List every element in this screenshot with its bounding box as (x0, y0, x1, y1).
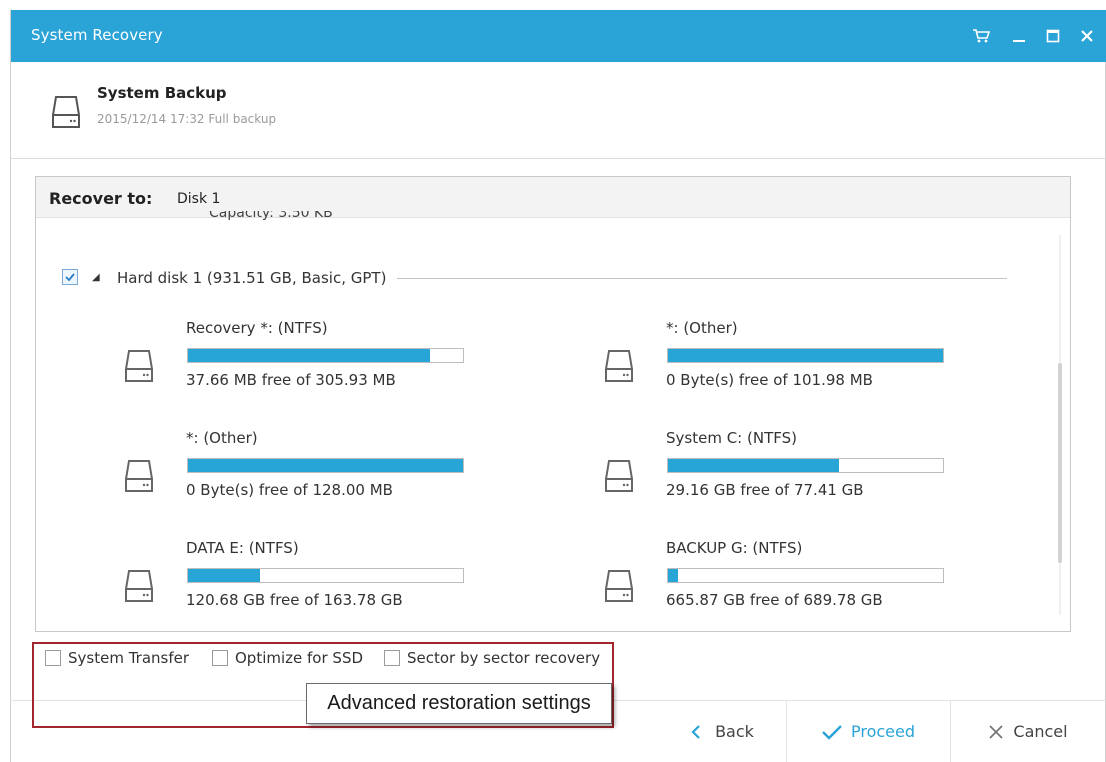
partition-drive-icon (604, 349, 634, 387)
partition-free-space: 37.66 MB free of 305.93 MB (186, 371, 396, 389)
hard-drive-icon (51, 95, 81, 133)
chevron-left-icon (691, 724, 701, 739)
partition-other-1[interactable]: *: (Other) 0 Byte(s) free of 101.98 MB (604, 319, 944, 399)
disk-checkbox[interactable] (62, 269, 78, 285)
scrollbar-thumb[interactable] (1058, 363, 1062, 563)
partition-free-space: 0 Byte(s) free of 101.98 MB (666, 371, 873, 389)
window-title: System Recovery (31, 26, 163, 44)
disk-divider (397, 278, 1007, 279)
partition-recovery[interactable]: Recovery *: (NTFS) 37.66 MB free of 305.… (124, 319, 464, 399)
back-button[interactable]: Back (660, 701, 785, 762)
minimize-icon[interactable] (1007, 24, 1031, 48)
backup-header: System Backup 2015/12/14 17:32 Full back… (11, 62, 1106, 159)
partition-drive-icon (124, 569, 154, 607)
partition-name: *: (Other) (186, 429, 258, 447)
disk-label: Hard disk 1 (931.51 GB, Basic, GPT) (117, 269, 387, 287)
partition-drive-icon (124, 459, 154, 497)
cancel-button[interactable]: Cancel (951, 701, 1106, 762)
backup-subtitle: 2015/12/14 17:32 Full backup (97, 112, 277, 126)
partition-usage-bar (187, 458, 464, 473)
collapse-caret-icon[interactable]: ◢ (92, 272, 100, 283)
partition-data-e[interactable]: DATA E: (NTFS) 120.68 GB free of 163.78 … (124, 539, 464, 619)
back-label: Back (715, 722, 754, 741)
cancel-label: Cancel (1013, 722, 1068, 741)
partition-name: BACKUP G: (NTFS) (666, 539, 803, 557)
cart-icon[interactable] (969, 24, 993, 48)
partition-drive-icon (604, 459, 634, 497)
checkmark-icon (821, 724, 843, 740)
recover-to-header: Recover to: Disk 1 (36, 177, 1070, 218)
capacity-partial-text: Capacity: 3.50 KB (209, 211, 333, 221)
partition-free-space: 665.87 GB free of 689.78 GB (666, 591, 883, 609)
disk-row: ◢ Hard disk 1 (931.51 GB, Basic, GPT) (62, 269, 1022, 289)
partition-other-2[interactable]: *: (Other) 0 Byte(s) free of 128.00 MB (124, 429, 464, 509)
partition-usage-bar (667, 568, 944, 583)
partition-usage-bar (667, 458, 944, 473)
partition-free-space: 0 Byte(s) free of 128.00 MB (186, 481, 393, 499)
proceed-button[interactable]: Proceed (787, 701, 949, 762)
partition-usage-bar (187, 568, 464, 583)
partition-system-c[interactable]: System C: (NTFS) 29.16 GB free of 77.41 … (604, 429, 944, 509)
proceed-label: Proceed (850, 722, 916, 741)
partition-drive-icon (124, 349, 154, 387)
partition-name: Recovery *: (NTFS) (186, 319, 328, 337)
title-bar: System Recovery (11, 10, 1106, 62)
partition-free-space: 29.16 GB free of 77.41 GB (666, 481, 864, 499)
partition-backup-g[interactable]: BACKUP G: (NTFS) 665.87 GB free of 689.7… (604, 539, 944, 619)
recover-target-panel: Recover to: Disk 1 Capacity: 3.50 KB ◢ H… (35, 176, 1071, 632)
cancel-x-icon (989, 724, 1004, 739)
partition-free-space: 120.68 GB free of 163.78 GB (186, 591, 403, 609)
recover-to-value: Disk 1 (177, 191, 221, 207)
partition-usage-bar (667, 348, 944, 363)
vertical-scrollbar[interactable] (1054, 223, 1066, 627)
close-icon[interactable] (1075, 24, 1099, 48)
partition-name: DATA E: (NTFS) (186, 539, 299, 557)
partition-name: *: (Other) (666, 319, 738, 337)
partition-usage-bar (187, 348, 464, 363)
recover-to-label: Recover to: (49, 189, 153, 208)
backup-title: System Backup (97, 84, 227, 102)
partition-name: System C: (NTFS) (666, 429, 797, 447)
maximize-icon[interactable] (1041, 24, 1065, 48)
partition-drive-icon (604, 569, 634, 607)
advanced-settings-callout: Advanced restoration settings (306, 683, 612, 724)
